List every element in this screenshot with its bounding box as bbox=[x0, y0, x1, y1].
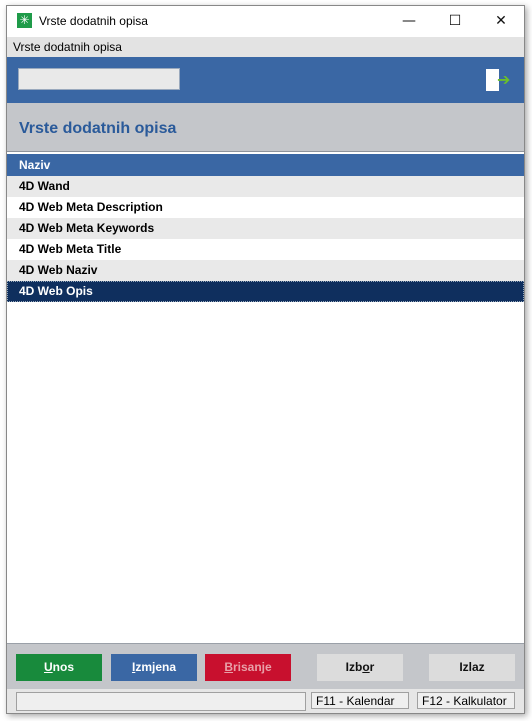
izbor-button[interactable]: Izbor bbox=[317, 654, 403, 681]
status-field bbox=[16, 692, 306, 711]
brisanje-label: risanje bbox=[232, 660, 272, 674]
page-header: Vrste dodatnih opisa bbox=[7, 103, 524, 152]
izmjena-button[interactable]: Izmjena bbox=[111, 654, 197, 681]
unos-label: nos bbox=[52, 660, 74, 674]
button-bar: Unos Izmjena Brisanje Izbor Izlaz bbox=[7, 643, 524, 690]
column-header-label: Naziv bbox=[19, 158, 51, 172]
table-row[interactable]: 4D Web Meta Keywords bbox=[7, 218, 524, 239]
minimize-button[interactable]: — bbox=[386, 6, 432, 37]
page-title: Vrste dodatnih opisa bbox=[19, 120, 177, 137]
brisanje-mnemonic: B bbox=[224, 660, 233, 674]
app-icon: ✳ bbox=[17, 13, 32, 28]
exit-button[interactable]: ➔ bbox=[486, 69, 510, 91]
toolbar: ➔ bbox=[7, 57, 524, 103]
title-bar: ✳ Vrste dodatnih opisa — ☐ ✕ bbox=[7, 6, 524, 37]
table-row[interactable]: 4D Web Meta Description bbox=[7, 197, 524, 218]
maximize-button[interactable]: ☐ bbox=[432, 6, 478, 37]
exit-arrow-icon: ➔ bbox=[497, 70, 511, 89]
close-button[interactable]: ✕ bbox=[478, 6, 524, 37]
table-body: 4D Wand 4D Web Meta Description 4D Web M… bbox=[7, 176, 524, 302]
table-row[interactable]: 4D Web Naziv bbox=[7, 260, 524, 281]
unos-mnemonic: U bbox=[43, 660, 53, 674]
brisanje-button[interactable]: Brisanje bbox=[205, 654, 291, 681]
table-row[interactable]: 4D Web Meta Title bbox=[7, 239, 524, 260]
f11-calendar-shortcut[interactable]: F11 - Kalendar bbox=[311, 692, 409, 709]
f12-calculator-shortcut[interactable]: F12 - Kalkulator bbox=[417, 692, 515, 709]
search-input[interactable] bbox=[18, 68, 180, 90]
column-header-naziv[interactable]: Naziv bbox=[7, 154, 524, 176]
table-row-selected[interactable]: 4D Web Opis bbox=[7, 281, 524, 302]
unos-button[interactable]: Unos bbox=[16, 654, 102, 681]
izbor-label-b: r bbox=[369, 660, 375, 674]
izlaz-button[interactable]: Izlaz bbox=[429, 654, 515, 681]
window-title: Vrste dodatnih opisa bbox=[39, 14, 148, 28]
table-row[interactable]: 4D Wand bbox=[7, 176, 524, 197]
menu-item[interactable]: Vrste dodatnih opisa bbox=[7, 40, 122, 54]
menu-bar: Vrste dodatnih opisa bbox=[7, 37, 524, 57]
status-bar: F11 - Kalendar F12 - Kalkulator bbox=[7, 689, 524, 713]
izmjena-label: zmjena bbox=[135, 660, 177, 674]
app-window: ✳ Vrste dodatnih opisa — ☐ ✕ Vrste dodat… bbox=[6, 5, 525, 714]
izbor-mnemonic: o bbox=[362, 660, 370, 674]
izbor-label-a: Izb bbox=[345, 660, 363, 674]
